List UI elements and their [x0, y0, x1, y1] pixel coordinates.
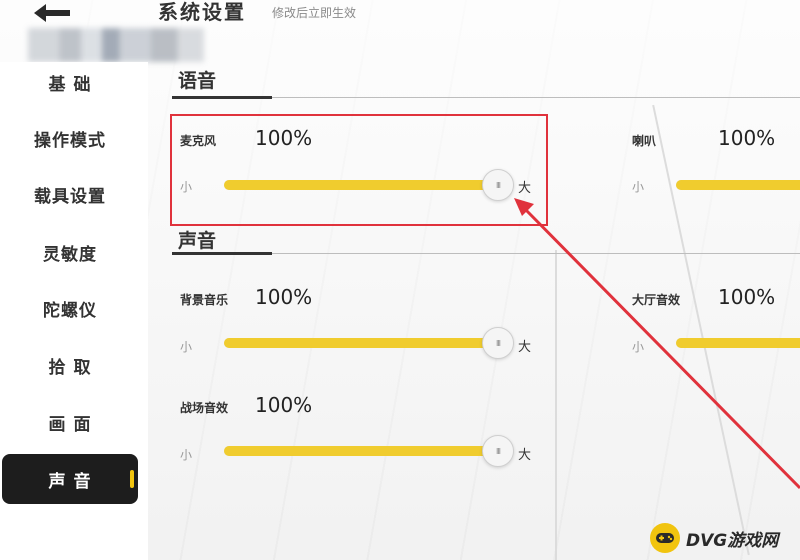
gamepad-icon [650, 523, 680, 553]
watermark: DVG游戏网 [650, 520, 800, 556]
annotation-arrow-icon [514, 198, 800, 490]
watermark-text: DVG游戏网 [686, 530, 779, 551]
